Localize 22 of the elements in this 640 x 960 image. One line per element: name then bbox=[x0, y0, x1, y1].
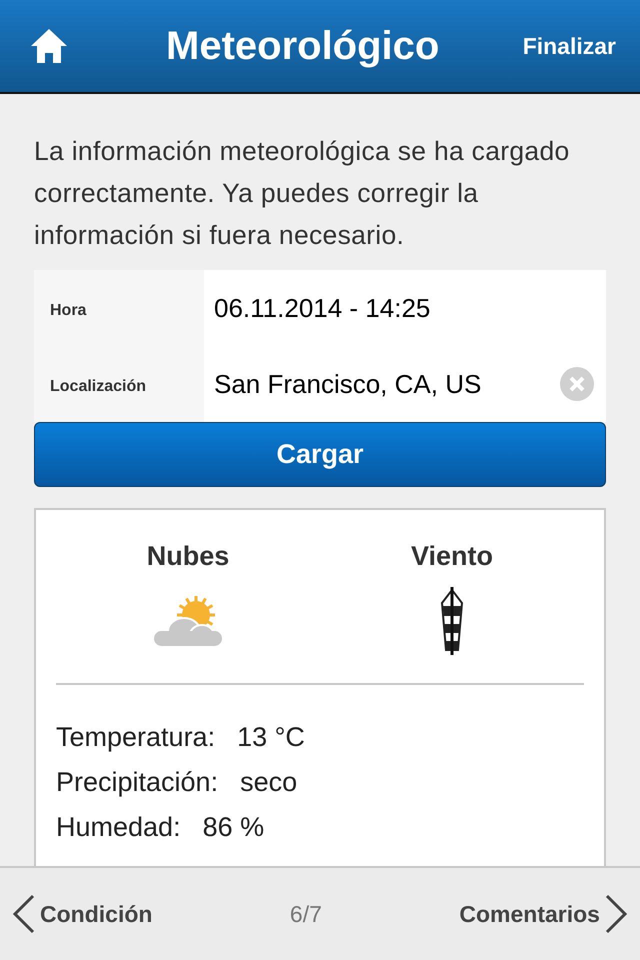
screen-title: Meteorológico bbox=[166, 23, 440, 70]
reading-value: seco bbox=[240, 766, 298, 798]
text-field[interactable]: 06.11.2014 - 14:25 bbox=[204, 270, 606, 346]
reading-value: 13 °C bbox=[237, 720, 305, 754]
field-label: Hora bbox=[34, 270, 204, 346]
intro-text: La información meteorológica se ha cargado correctamente. Ya puedes corregir la información si fuera necesario. bbox=[34, 135, 571, 252]
page-counter: 6/7 bbox=[290, 900, 322, 929]
load-button[interactable]: Cargar bbox=[34, 422, 606, 487]
condition-title: Viento bbox=[410, 540, 493, 573]
reading-label: Temperatura: bbox=[56, 720, 216, 754]
chevron-left-icon bbox=[12, 894, 36, 934]
reading-label: Humedad: bbox=[56, 810, 181, 844]
field-label: Localización bbox=[34, 346, 204, 422]
home-icon[interactable] bbox=[30, 28, 68, 64]
previous-button[interactable]: Condición bbox=[12, 894, 152, 934]
next-button[interactable]: Comentarios bbox=[459, 894, 628, 934]
finish-button[interactable]: Finalizar bbox=[522, 28, 616, 64]
text-field[interactable]: San Francisco, CA, US bbox=[204, 346, 606, 422]
chevron-right-icon bbox=[604, 894, 628, 934]
reading-value: 86 % bbox=[202, 810, 264, 844]
condition-title: Nubes bbox=[146, 540, 230, 573]
reading-label: Precipitación: bbox=[56, 766, 218, 799]
